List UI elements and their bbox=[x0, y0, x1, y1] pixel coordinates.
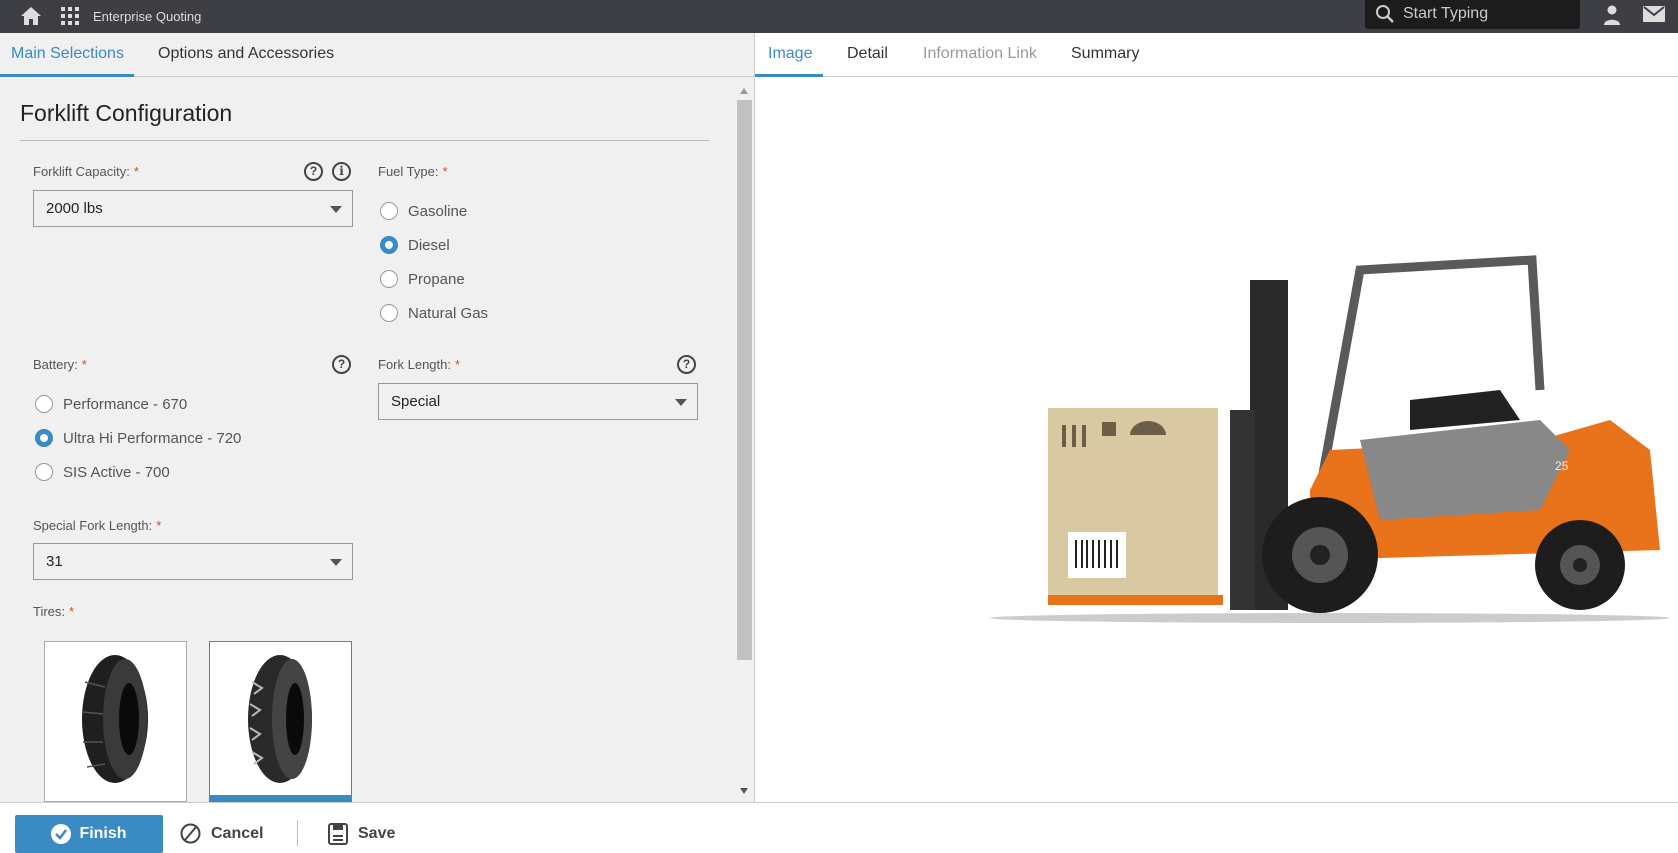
model-badge: 25 bbox=[1555, 459, 1569, 473]
scrollbar[interactable] bbox=[735, 85, 752, 800]
search-placeholder: Start Typing bbox=[1403, 5, 1489, 22]
scroll-up-icon[interactable] bbox=[740, 88, 748, 94]
save-button[interactable]: Save bbox=[328, 823, 395, 845]
divider bbox=[20, 140, 710, 141]
fork-length-label: Fork Length: * bbox=[378, 357, 461, 372]
save-icon bbox=[328, 823, 348, 845]
footer-bar: Finish Cancel Save bbox=[0, 802, 1678, 853]
help-icon[interactable]: ? bbox=[332, 355, 351, 374]
tires-label: Tires: * bbox=[33, 604, 75, 619]
separator bbox=[297, 820, 298, 846]
tab-image[interactable]: Image bbox=[768, 45, 812, 63]
tab-options-and-accessories[interactable]: Options and Accessories bbox=[158, 45, 334, 63]
app-title: Enterprise Quoting bbox=[93, 9, 202, 24]
chevron-down-icon bbox=[330, 206, 342, 213]
forklift-capacity-label: Forklift Capacity: * bbox=[33, 164, 139, 179]
cancel-button[interactable]: Cancel bbox=[180, 823, 263, 844]
search-input[interactable]: Start Typing bbox=[1365, 0, 1580, 29]
fuel-radio-gasoline[interactable]: Gasoline bbox=[380, 202, 467, 220]
help-icon[interactable]: ? bbox=[677, 355, 696, 374]
active-tab-underline bbox=[755, 74, 823, 77]
tab-information-link[interactable]: Information Link bbox=[923, 45, 1037, 63]
fuel-radio-propane[interactable]: Propane bbox=[380, 270, 465, 288]
fuel-radio-diesel[interactable]: Diesel bbox=[380, 236, 450, 254]
search-icon bbox=[1376, 5, 1394, 23]
help-icon[interactable]: ? bbox=[304, 162, 323, 181]
right-tabs: Image Detail Information Link Summary bbox=[755, 33, 1678, 77]
tab-main-selections[interactable]: Main Selections bbox=[11, 45, 124, 63]
fuel-type-label: Fuel Type: * bbox=[378, 164, 448, 179]
apps-grid-icon[interactable] bbox=[61, 7, 79, 25]
battery-radio-performance-670[interactable]: Performance - 670 bbox=[35, 395, 187, 413]
fuel-radio-natural-gas[interactable]: Natural Gas bbox=[380, 304, 488, 322]
forklift-capacity-select[interactable]: 2000 lbs bbox=[33, 190, 353, 227]
tire-option-solid[interactable] bbox=[44, 641, 187, 802]
battery-label: Battery: * bbox=[33, 357, 87, 372]
left-tabs: Main Selections Options and Accessories bbox=[0, 33, 755, 77]
finish-button[interactable]: Finish bbox=[15, 815, 163, 853]
scroll-down-icon[interactable] bbox=[740, 788, 748, 794]
user-icon[interactable] bbox=[1603, 5, 1621, 25]
special-fork-length-select[interactable]: 31 bbox=[33, 543, 353, 580]
fork-length-select[interactable]: Special bbox=[378, 383, 698, 420]
top-bar: Enterprise Quoting Start Typing bbox=[0, 0, 1678, 33]
home-icon[interactable] bbox=[20, 6, 42, 26]
pneumatic-tire-image bbox=[248, 655, 312, 783]
solid-tire-image bbox=[82, 655, 148, 783]
cancel-icon bbox=[180, 823, 201, 844]
forklift-image: 25 bbox=[990, 255, 1670, 623]
tab-detail[interactable]: Detail bbox=[847, 45, 888, 63]
scrollbar-thumb[interactable] bbox=[737, 100, 752, 660]
special-fork-length-label: Special Fork Length: * bbox=[33, 518, 162, 533]
chevron-down-icon bbox=[330, 559, 342, 566]
battery-radio-sis-active-700[interactable]: SIS Active - 700 bbox=[35, 463, 170, 481]
page-title: Forklift Configuration bbox=[20, 100, 233, 126]
mail-icon[interactable] bbox=[1643, 6, 1665, 22]
battery-radio-ultra-hi-720[interactable]: Ultra Hi Performance - 720 bbox=[35, 429, 241, 447]
check-circle-icon bbox=[51, 824, 72, 844]
info-icon[interactable]: i bbox=[332, 162, 351, 181]
tire-option-pneumatic[interactable] bbox=[209, 641, 352, 802]
active-tab-underline bbox=[0, 74, 134, 77]
tab-summary[interactable]: Summary bbox=[1071, 45, 1139, 63]
chevron-down-icon bbox=[675, 399, 687, 406]
